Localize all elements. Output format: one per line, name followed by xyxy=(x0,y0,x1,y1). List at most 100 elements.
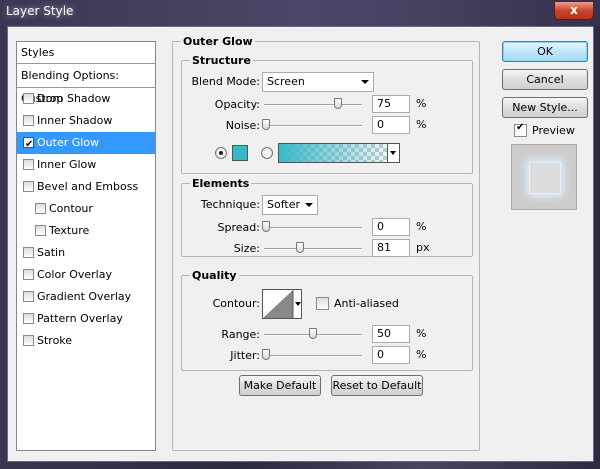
style-item-label: Drop Shadow xyxy=(37,92,111,105)
new-style-button[interactable]: New Style... xyxy=(502,97,588,118)
range-label: Range: xyxy=(221,328,260,341)
contour-checkbox[interactable] xyxy=(35,203,46,214)
technique-value: Softer xyxy=(267,198,300,211)
blend-mode-dropdown[interactable]: Screen xyxy=(262,72,374,92)
chevron-down-icon[interactable] xyxy=(387,144,399,162)
jitter-slider-thumb[interactable] xyxy=(262,349,270,360)
noise-slider-thumb[interactable] xyxy=(262,119,270,130)
style-item-pattern-overlay[interactable]: Pattern Overlay xyxy=(17,308,155,330)
style-item-label: Color Overlay xyxy=(37,268,112,281)
style-item-label: Stroke xyxy=(37,334,73,347)
style-item-label: Pattern Overlay xyxy=(37,312,123,325)
inner-shadow-checkbox[interactable] xyxy=(23,115,34,126)
checkmark-icon: ✔ xyxy=(25,139,34,150)
style-item-satin[interactable]: Satin xyxy=(17,242,155,264)
opacity-slider[interactable] xyxy=(264,98,362,109)
range-slider-thumb[interactable] xyxy=(309,328,317,339)
opacity-slider-thumb[interactable] xyxy=(334,98,342,109)
gradient-radio[interactable] xyxy=(261,147,273,159)
style-item-inner-glow[interactable]: Inner Glow xyxy=(17,154,155,176)
jitter-label: Jitter: xyxy=(230,349,260,362)
jitter-unit: % xyxy=(416,348,427,361)
style-item-label: Inner Glow xyxy=(37,158,97,171)
elements-group: Elements Technique: Softer Spread: 0 % S… xyxy=(181,177,473,257)
noise-unit: % xyxy=(416,118,427,131)
drop-shadow-checkbox[interactable] xyxy=(23,93,34,104)
size-slider-thumb[interactable] xyxy=(296,242,304,253)
style-item-color-overlay[interactable]: Color Overlay xyxy=(17,264,155,286)
make-default-button[interactable]: Make Default xyxy=(239,375,321,396)
structure-group: Structure Blend Mode: Screen Opacity: 75… xyxy=(181,54,473,174)
spread-slider[interactable] xyxy=(262,221,362,232)
bevel-emboss-checkbox[interactable] xyxy=(23,181,34,192)
spread-input[interactable]: 0 xyxy=(372,218,410,236)
style-item-label: Outer Glow xyxy=(37,136,100,149)
noise-label: Noise: xyxy=(225,119,260,132)
styles-list: Styles Blending Options: Custom Drop Sha… xyxy=(16,41,156,451)
jitter-input[interactable]: 0 xyxy=(372,346,410,364)
opacity-input[interactable]: 75 xyxy=(372,95,410,113)
quality-title: Quality xyxy=(190,269,239,282)
close-icon: x xyxy=(570,3,578,17)
spread-slider-thumb[interactable] xyxy=(262,221,270,232)
stroke-checkbox[interactable] xyxy=(23,335,34,346)
title-bar: Layer Style x xyxy=(0,0,600,26)
glow-gradient-picker[interactable] xyxy=(278,143,400,163)
chevron-down-icon xyxy=(305,203,313,207)
glow-color-swatch[interactable] xyxy=(232,145,248,161)
opacity-unit: % xyxy=(416,97,427,110)
reset-to-default-button[interactable]: Reset to Default xyxy=(331,375,423,396)
anti-aliased-checkbox[interactable] xyxy=(316,297,329,310)
style-item-label: Gradient Overlay xyxy=(37,290,132,303)
size-input[interactable]: 81 xyxy=(372,239,410,257)
style-item-label: Bevel and Emboss xyxy=(37,180,139,193)
style-item-gradient-overlay[interactable]: Gradient Overlay xyxy=(17,286,155,308)
chevron-down-icon xyxy=(361,80,369,84)
outer-glow-checkbox[interactable]: ✔ xyxy=(23,137,34,150)
solid-color-radio[interactable] xyxy=(215,147,227,159)
style-item-bevel-emboss[interactable]: Bevel and Emboss xyxy=(17,176,155,198)
blend-mode-label: Blend Mode: xyxy=(191,75,261,88)
cancel-button[interactable]: Cancel xyxy=(502,69,588,90)
gradient-overlay-checkbox[interactable] xyxy=(23,291,34,302)
style-item-outer-glow[interactable]: ✔ Outer Glow xyxy=(17,132,155,154)
satin-checkbox[interactable] xyxy=(23,247,34,258)
range-slider[interactable] xyxy=(264,328,362,339)
style-item-label: Inner Shadow xyxy=(37,114,113,127)
noise-input[interactable]: 0 xyxy=(372,116,410,134)
preview-checkbox[interactable]: ✔ xyxy=(514,122,527,137)
spread-unit: % xyxy=(416,220,427,233)
technique-label: Technique: xyxy=(200,198,260,211)
technique-dropdown[interactable]: Softer xyxy=(262,195,318,215)
texture-checkbox[interactable] xyxy=(35,225,46,236)
style-preview xyxy=(511,144,577,210)
preview-label: Preview xyxy=(532,124,575,137)
style-item-label: Texture xyxy=(49,224,90,237)
blending-options-item[interactable]: Blending Options: Custom xyxy=(17,64,155,105)
noise-slider[interactable] xyxy=(262,119,362,130)
style-item-texture[interactable]: Texture xyxy=(17,220,155,242)
range-unit: % xyxy=(416,327,427,340)
color-overlay-checkbox[interactable] xyxy=(23,269,34,280)
spread-label: Spread: xyxy=(217,221,260,234)
style-item-contour[interactable]: Contour xyxy=(17,198,155,220)
size-slider[interactable] xyxy=(264,242,362,253)
contour-picker[interactable] xyxy=(262,289,302,319)
layer-style-window: Layer Style x Styles Blending Options: C… xyxy=(0,0,600,469)
style-item-label: Contour xyxy=(49,202,93,215)
style-item-drop-shadow[interactable]: Drop Shadow xyxy=(17,88,155,110)
ok-button[interactable]: OK xyxy=(502,41,588,62)
opacity-label: Opacity: xyxy=(214,98,260,111)
style-item-inner-shadow[interactable]: Inner Shadow xyxy=(17,110,155,132)
anti-aliased-label: Anti-aliased xyxy=(334,297,399,310)
range-input[interactable]: 50 xyxy=(372,325,410,343)
inner-glow-checkbox[interactable] xyxy=(23,159,34,170)
pattern-overlay-checkbox[interactable] xyxy=(23,313,34,324)
window-title: Layer Style xyxy=(6,4,74,18)
style-item-label: Satin xyxy=(37,246,66,259)
style-item-stroke[interactable]: Stroke xyxy=(17,330,155,352)
size-label: Size: xyxy=(233,242,260,255)
close-button[interactable]: x xyxy=(554,1,594,20)
jitter-slider[interactable] xyxy=(262,349,362,360)
styles-header[interactable]: Styles xyxy=(17,42,155,64)
